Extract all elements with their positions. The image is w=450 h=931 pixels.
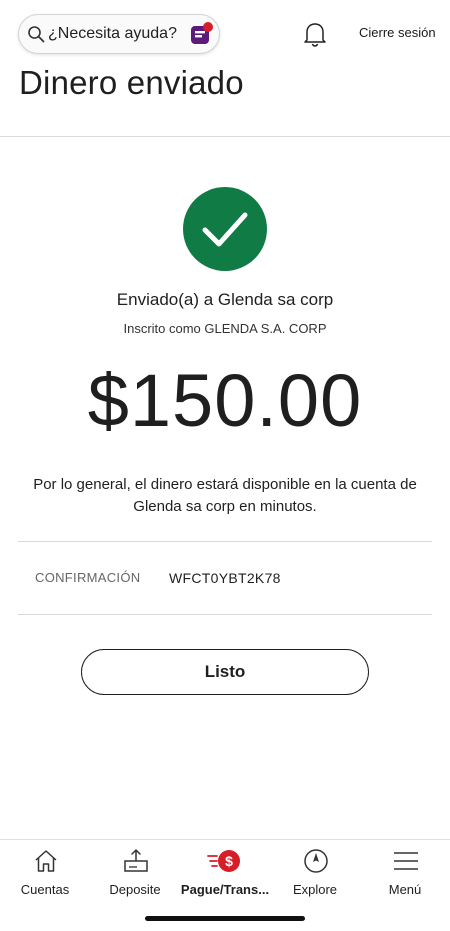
tab-deposit[interactable]: Deposite: [90, 846, 180, 902]
amount-sent: $150.00: [87, 359, 363, 442]
tab-label: Menú: [388, 882, 422, 897]
deposit-icon: [124, 849, 148, 872]
assistant-fargo-icon: [191, 22, 213, 44]
search-icon: [28, 26, 45, 43]
svg-text:$: $: [225, 853, 233, 869]
menu-icon: [394, 852, 418, 870]
done-button[interactable]: Listo: [81, 649, 369, 695]
home-indicator[interactable]: [145, 916, 305, 921]
tab-label: Explore: [292, 882, 338, 897]
tab-pay-transfer[interactable]: $ Pague/Trans...: [180, 846, 270, 902]
page-title: Dinero enviado: [19, 64, 244, 101]
title-divider: [0, 136, 450, 137]
top-bar: ¿Necesita ayuda? Cierre sesión: [0, 0, 450, 64]
confirmation-bottom-divider: [18, 614, 432, 615]
enrolled-name-text: Inscrito como GLENDA S.A. CORP: [123, 321, 327, 336]
confirmation-label: CONFIRMACIÓN: [35, 570, 141, 585]
help-search-button[interactable]: ¿Necesita ayuda?: [18, 14, 220, 54]
tab-menu[interactable]: Menú: [360, 846, 450, 902]
tab-explore[interactable]: Explore: [270, 846, 360, 902]
home-icon: [35, 850, 57, 872]
compass-icon: [304, 849, 328, 873]
confirmation-number: WFCT0YBT2K78: [169, 570, 281, 586]
tab-label: Pague/Trans...: [180, 882, 270, 897]
tab-label: Cuentas: [20, 882, 70, 897]
notifications-bell-icon[interactable]: [302, 20, 328, 48]
success-check-icon: [183, 187, 267, 271]
tab-accounts[interactable]: Cuentas: [0, 846, 90, 902]
signout-link[interactable]: Cierre sesión: [359, 25, 436, 40]
recipient-text: Enviado(a) a Glenda sa corp: [116, 290, 334, 309]
pay-transfer-icon: $: [207, 850, 240, 872]
confirmation-top-divider: [18, 541, 432, 542]
tab-label: Deposite: [109, 882, 161, 897]
availability-note: Por lo general, el dinero estará disponi…: [33, 476, 417, 515]
help-search-label: ¿Necesita ayuda?: [48, 25, 177, 42]
